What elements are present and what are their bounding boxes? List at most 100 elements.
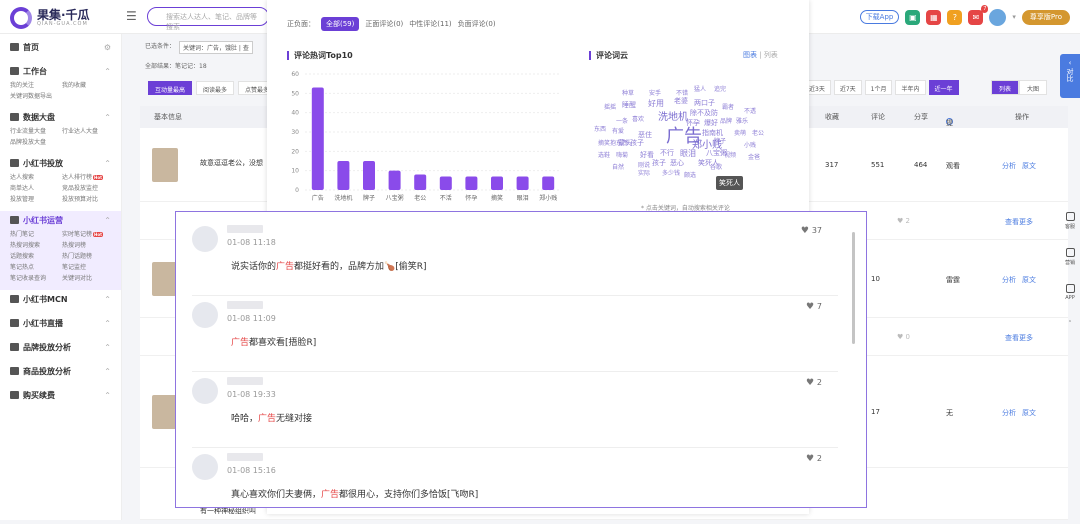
side-tool-APP[interactable]: APP (1060, 280, 1080, 316)
cloud-word[interactable]: 实际 (638, 168, 650, 177)
vip-badge[interactable]: 尊享版Pro (1021, 9, 1070, 25)
comment-likes[interactable]: ♥ 2 (806, 378, 822, 388)
back-to-top-icon[interactable]: ⌃ (1060, 316, 1080, 352)
col-collect[interactable]: 收藏 (825, 112, 839, 122)
cloud-word[interactable]: 恶心 (670, 158, 684, 168)
cloud-word[interactable]: 一条 (616, 116, 628, 125)
sidebar-subitem[interactable]: 关键词对比 (62, 273, 114, 284)
range-tab[interactable]: 近一年 (928, 80, 959, 95)
comment-avatar[interactable] (192, 454, 218, 480)
comment-likes[interactable]: ♥ 7 (806, 302, 822, 312)
sidebar-subitem[interactable]: 达人排行榜 Hot (62, 172, 114, 183)
cloud-word[interactable]: 选鞋 (598, 150, 610, 159)
cloud-word[interactable]: 有爱 (612, 126, 624, 135)
cloud-word[interactable]: 爆好 (704, 118, 718, 128)
chevron-icon[interactable]: ⌃ (104, 295, 111, 304)
cloud-word[interactable]: 自然 (612, 162, 624, 171)
comment-likes[interactable]: ♥ 37 (801, 226, 822, 236)
bar-洗地机[interactable] (337, 161, 350, 190)
cloud-chart-toggle[interactable]: 图表 (743, 51, 757, 59)
comment-avatar[interactable] (192, 302, 218, 328)
row-action[interactable]: 查看更多 (1005, 217, 1033, 227)
range-tab[interactable]: 1个月 (864, 80, 893, 95)
sidebar-subitem[interactable]: 达人搜索 (10, 172, 62, 183)
user-avatar[interactable] (989, 8, 1007, 26)
row-action[interactable]: 分析 (1002, 275, 1016, 285)
cloud-word[interactable]: 摘笑 (598, 138, 610, 147)
sidebar-subitem[interactable]: 笔记收录查询 (10, 273, 62, 284)
comment-username[interactable] (227, 377, 263, 385)
bar-怀孕[interactable] (465, 176, 478, 190)
cloud-word[interactable]: 洗地机 (658, 108, 688, 123)
cloud-word[interactable]: 喜欢 (632, 114, 644, 123)
cloud-word[interactable]: 孩子 (652, 158, 666, 168)
download-app-button[interactable]: 下载App (859, 10, 900, 24)
chevron-icon[interactable]: ⚙ (104, 43, 111, 52)
comment-username[interactable] (227, 225, 263, 233)
sidebar-subitem[interactable]: 话题搜索 (10, 251, 62, 262)
help-icon[interactable]: ? (947, 9, 963, 25)
range-tab[interactable]: 近7天 (833, 80, 862, 95)
sidebar-subitem[interactable]: 竞品投放监控 (62, 183, 114, 194)
cloud-word[interactable]: 不行 (660, 148, 674, 158)
comment-keyword[interactable]: 广告 (231, 338, 249, 348)
sidebar-item-8[interactable]: 商品投放分析 ⌃ (0, 362, 121, 380)
sidebar-subitem[interactable]: 我的关注 (10, 80, 62, 91)
compare-tab[interactable]: ‹ 对比 (1060, 54, 1080, 98)
sidebar-item-3[interactable]: 小红书投放 ⌃ (0, 154, 121, 172)
comment-avatar[interactable] (192, 378, 218, 404)
sidebar-item-2[interactable]: 数据大盘 ⌃ (0, 108, 121, 126)
cloud-word[interactable]: 品牌 (720, 116, 732, 125)
sidebar-subitem[interactable]: 热搜词搜索 (10, 240, 62, 251)
cloud-word[interactable]: 金爸 (748, 152, 760, 161)
cloud-word[interactable]: 两口子 (694, 98, 715, 108)
cloud-word[interactable]: 雅乐 (736, 116, 748, 125)
chevron-icon[interactable]: ⌃ (104, 367, 111, 376)
chevron-icon[interactable]: ⌃ (104, 343, 111, 352)
cloud-word[interactable]: 猛人 (694, 84, 706, 93)
menu-toggle-icon[interactable]: ☰ (126, 9, 137, 23)
note-title[interactable]: 故意逗逗老公，没想 (200, 158, 263, 168)
cloud-word[interactable]: 种草 (622, 88, 634, 97)
scrollbar[interactable] (852, 232, 855, 496)
cloud-word[interactable]: 老婆 (674, 96, 688, 106)
scrollbar-thumb[interactable] (852, 232, 855, 344)
bar-八宝粥[interactable] (388, 170, 401, 190)
cloud-word[interactable]: 颇选 (684, 170, 696, 179)
cloud-word[interactable]: 摇摇 (604, 102, 616, 111)
sidebar-subitem[interactable]: 商单达人 (10, 183, 62, 194)
sidebar-subitem[interactable]: 关键词数据导出 (10, 91, 62, 102)
sidebar-subitem[interactable]: 热门笔记 (10, 229, 62, 240)
comment-avatar[interactable] (192, 226, 218, 252)
cloud-word[interactable]: 视频 (724, 150, 736, 159)
grid-apps-icon[interactable]: ▦ (926, 9, 942, 25)
sidebar-subitem[interactable]: 行业达人大盘 (62, 126, 114, 137)
sidebar-item-0[interactable]: 首页 ⚙ (0, 38, 121, 56)
view-tab[interactable]: 列表 (991, 80, 1020, 95)
side-tool-营销[interactable]: 营销 (1060, 244, 1080, 280)
sidebar-item-7[interactable]: 品牌投放分析 ⌃ (0, 338, 121, 356)
chevron-icon[interactable]: ⌃ (104, 391, 111, 400)
cloud-word[interactable]: 卖萌 (734, 128, 746, 137)
cloud-word[interactable]: 安手 (649, 88, 661, 97)
sidebar-item-4[interactable]: 小红书运营 ⌃ (0, 211, 121, 229)
comment-likes[interactable]: ♥ 2 (806, 454, 822, 464)
sidebar-item-9[interactable]: 购买续费 ⌃ (0, 386, 121, 404)
sidebar-item-6[interactable]: 小红书直播 ⌃ (0, 314, 121, 332)
sentiment-tab[interactable]: 正面评论(0) (365, 19, 403, 29)
cloud-list-toggle[interactable]: 列表 (764, 51, 778, 59)
bar-广告[interactable] (311, 87, 324, 190)
notification-icon[interactable]: ✉ 7 (968, 4, 989, 25)
comment-username[interactable] (227, 453, 263, 461)
chevron-icon[interactable]: ⌃ (104, 159, 111, 168)
sidebar-subitem[interactable]: 我的收藏 (62, 80, 114, 91)
cloud-word[interactable]: 小贱 (744, 140, 756, 149)
comment-username[interactable] (227, 301, 263, 309)
sidebar-subitem[interactable]: 热搜词榜 (62, 240, 114, 251)
sidebar-subitem[interactable]: 热门话题榜 (62, 251, 114, 262)
sidebar-subitem[interactable]: 行业流量大盘 (10, 126, 62, 137)
sidebar-subitem[interactable]: 投放管理 (10, 194, 62, 205)
sidebar-item-5[interactable]: 小红书MCN ⌃ (0, 290, 121, 308)
sidebar-subitem[interactable]: 投放预算对比 (62, 194, 114, 205)
cloud-word[interactable]: 霸者 (722, 102, 734, 111)
